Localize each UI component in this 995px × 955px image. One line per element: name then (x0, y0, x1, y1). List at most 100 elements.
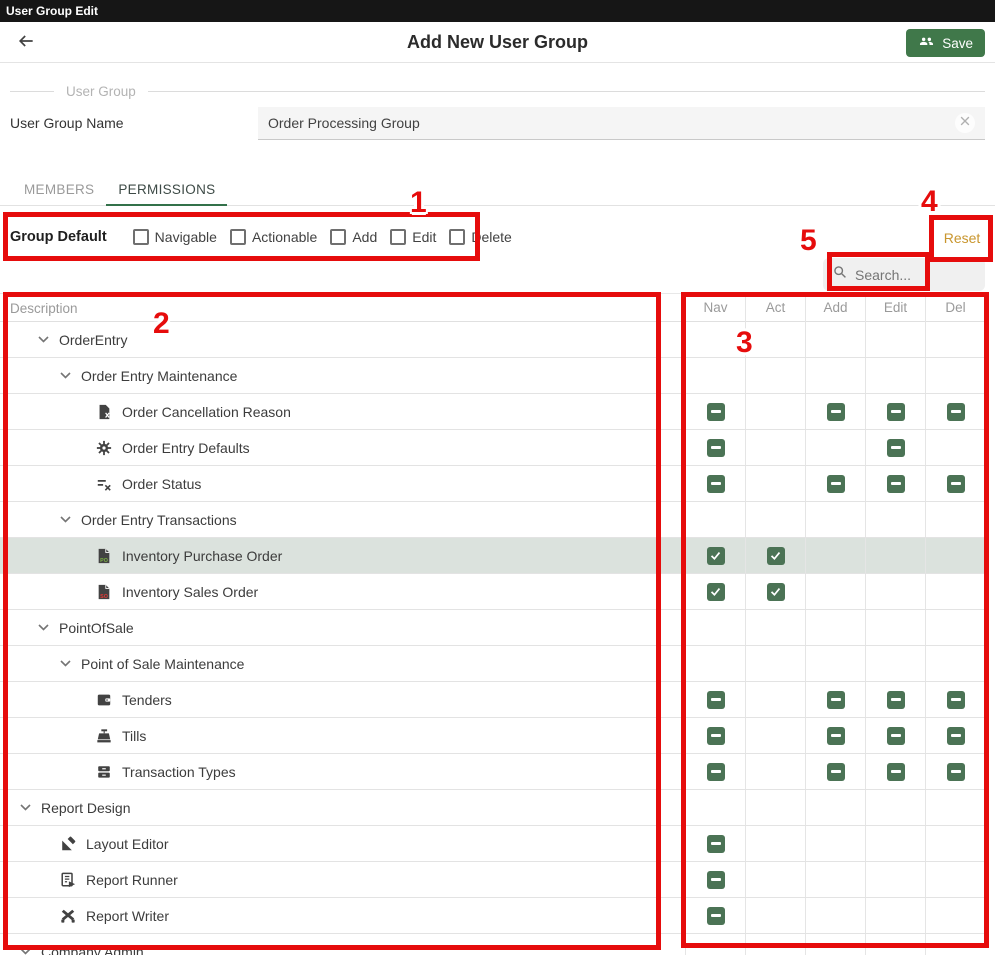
perm-cell-nav[interactable] (685, 934, 745, 955)
table-row[interactable]: Order Status (0, 466, 985, 502)
checkbox-indeterminate-icon[interactable] (827, 475, 845, 493)
tab-members[interactable]: MEMBERS (12, 175, 106, 205)
checkbox-indeterminate-icon[interactable] (707, 835, 725, 853)
perm-cell-edit[interactable] (865, 538, 925, 573)
perm-cell-nav[interactable] (685, 574, 745, 609)
perm-cell-act[interactable] (745, 790, 805, 825)
perm-cell-act[interactable] (745, 754, 805, 789)
tab-permissions[interactable]: PERMISSIONS (106, 175, 227, 205)
reset-button[interactable]: Reset (936, 221, 988, 255)
checkbox-indeterminate-icon[interactable] (887, 727, 905, 745)
group-default-checkbox-actionable[interactable]: Actionable (230, 229, 317, 245)
table-row[interactable]: Layout Editor (0, 826, 985, 862)
tree-node[interactable]: Report Writer (0, 898, 685, 933)
checkbox-indeterminate-icon[interactable] (827, 727, 845, 745)
chevron-down-icon[interactable] (20, 948, 31, 955)
perm-cell-nav[interactable] (685, 538, 745, 573)
perm-cell-del[interactable] (925, 826, 985, 861)
perm-cell-act[interactable] (745, 394, 805, 429)
perm-cell-del[interactable] (925, 718, 985, 753)
perm-cell-del[interactable] (925, 934, 985, 955)
checkbox-checked-icon[interactable] (767, 547, 785, 565)
perm-cell-nav[interactable] (685, 646, 745, 681)
tree-node[interactable]: Order Entry Maintenance (0, 358, 685, 393)
tree-node[interactable]: POInventory Purchase Order (0, 538, 685, 573)
perm-cell-add[interactable] (805, 718, 865, 753)
perm-cell-edit[interactable] (865, 358, 925, 393)
perm-cell-del[interactable] (925, 394, 985, 429)
perm-cell-edit[interactable] (865, 790, 925, 825)
checkbox-indeterminate-icon[interactable] (887, 475, 905, 493)
perm-cell-nav[interactable] (685, 682, 745, 717)
clear-input-button[interactable] (955, 113, 975, 133)
perm-cell-nav[interactable] (685, 610, 745, 645)
perm-cell-edit[interactable] (865, 466, 925, 501)
checkbox-unchecked-icon[interactable] (230, 229, 246, 245)
perm-cell-nav[interactable] (685, 358, 745, 393)
perm-cell-add[interactable] (805, 502, 865, 537)
perm-cell-act[interactable] (745, 718, 805, 753)
perm-cell-del[interactable] (925, 754, 985, 789)
checkbox-indeterminate-icon[interactable] (887, 691, 905, 709)
user-group-name-input[interactable]: Order Processing Group (258, 107, 985, 140)
perm-cell-edit[interactable] (865, 826, 925, 861)
perm-cell-add[interactable] (805, 466, 865, 501)
tree-node[interactable]: Transaction Types (0, 754, 685, 789)
perm-cell-nav[interactable] (685, 430, 745, 465)
perm-cell-add[interactable] (805, 862, 865, 897)
group-default-checkbox-edit[interactable]: Edit (390, 229, 436, 245)
perm-cell-nav[interactable] (685, 394, 745, 429)
perm-cell-del[interactable] (925, 646, 985, 681)
save-button[interactable]: Save (906, 29, 985, 57)
checkbox-checked-icon[interactable] (767, 583, 785, 601)
perm-cell-add[interactable] (805, 538, 865, 573)
checkbox-unchecked-icon[interactable] (390, 229, 406, 245)
perm-cell-act[interactable] (745, 862, 805, 897)
table-row[interactable]: Order Entry Maintenance (0, 358, 985, 394)
group-default-checkbox-navigable[interactable]: Navigable (133, 229, 217, 245)
checkbox-indeterminate-icon[interactable] (707, 763, 725, 781)
checkbox-indeterminate-icon[interactable] (707, 691, 725, 709)
perm-cell-edit[interactable] (865, 898, 925, 933)
perm-cell-nav[interactable] (685, 754, 745, 789)
perm-cell-edit[interactable] (865, 322, 925, 357)
perm-cell-del[interactable] (925, 574, 985, 609)
checkbox-indeterminate-icon[interactable] (947, 691, 965, 709)
table-row[interactable]: Report Writer (0, 898, 985, 934)
chevron-down-icon[interactable] (38, 624, 49, 631)
perm-cell-act[interactable] (745, 934, 805, 955)
tree-node[interactable]: Tenders (0, 682, 685, 717)
perm-cell-edit[interactable] (865, 430, 925, 465)
perm-cell-add[interactable] (805, 826, 865, 861)
perm-cell-edit[interactable] (865, 682, 925, 717)
perm-cell-add[interactable] (805, 430, 865, 465)
back-button[interactable] (14, 31, 38, 55)
tree-node[interactable]: Order Cancellation Reason (0, 394, 685, 429)
chevron-down-icon[interactable] (38, 336, 49, 343)
perm-cell-add[interactable] (805, 610, 865, 645)
checkbox-indeterminate-icon[interactable] (947, 727, 965, 745)
perm-cell-edit[interactable] (865, 502, 925, 537)
table-row[interactable]: Point of Sale Maintenance (0, 646, 985, 682)
search-input[interactable] (855, 267, 975, 283)
checkbox-indeterminate-icon[interactable] (707, 727, 725, 745)
perm-cell-del[interactable] (925, 322, 985, 357)
perm-cell-nav[interactable] (685, 718, 745, 753)
tree-node[interactable]: Layout Editor (0, 826, 685, 861)
perm-cell-nav[interactable] (685, 898, 745, 933)
perm-cell-add[interactable] (805, 898, 865, 933)
perm-cell-add[interactable] (805, 682, 865, 717)
checkbox-indeterminate-icon[interactable] (707, 475, 725, 493)
checkbox-indeterminate-icon[interactable] (887, 403, 905, 421)
checkbox-indeterminate-icon[interactable] (827, 403, 845, 421)
table-row[interactable]: POInventory Purchase Order (0, 538, 985, 574)
table-row[interactable]: Tenders (0, 682, 985, 718)
table-row[interactable]: PointOfSale (0, 610, 985, 646)
checkbox-indeterminate-icon[interactable] (707, 439, 725, 457)
perm-cell-add[interactable] (805, 358, 865, 393)
tree-node[interactable]: OrderEntry (0, 322, 685, 357)
perm-cell-act[interactable] (745, 610, 805, 645)
perm-cell-add[interactable] (805, 322, 865, 357)
chevron-down-icon[interactable] (20, 804, 31, 811)
tree-node[interactable]: Report Design (0, 790, 685, 825)
